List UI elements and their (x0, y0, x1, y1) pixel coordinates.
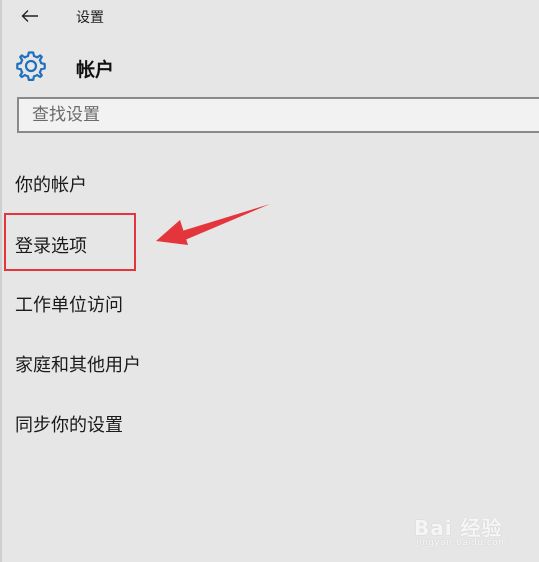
baidu-watermark: Bai 经验 jingyan.baidu.com (414, 502, 532, 556)
page-header: 帐户 (0, 44, 539, 90)
watermark-url: jingyan.baidu.com (416, 538, 508, 548)
nav-item-your-account[interactable]: 你的帐户 (15, 171, 87, 197)
nav-item-sync-settings[interactable]: 同步你的设置 (15, 411, 123, 437)
back-arrow-icon (21, 10, 38, 22)
nav-item-work-access[interactable]: 工作单位访问 (15, 291, 123, 317)
window-title: 设置 (76, 10, 104, 26)
annotation-arrow-icon (156, 204, 270, 245)
nav-item-family-other-users[interactable]: 家庭和其他用户 (15, 351, 141, 377)
title-bar: 设置 (0, 0, 539, 34)
page-title: 帐户 (76, 59, 115, 81)
back-button[interactable] (18, 4, 42, 28)
annotation-highlight-box (4, 213, 136, 271)
watermark-brand: Bai 经验 (414, 516, 503, 540)
search-box[interactable] (17, 97, 539, 133)
gear-icon (16, 51, 46, 81)
search-input[interactable] (19, 99, 539, 131)
